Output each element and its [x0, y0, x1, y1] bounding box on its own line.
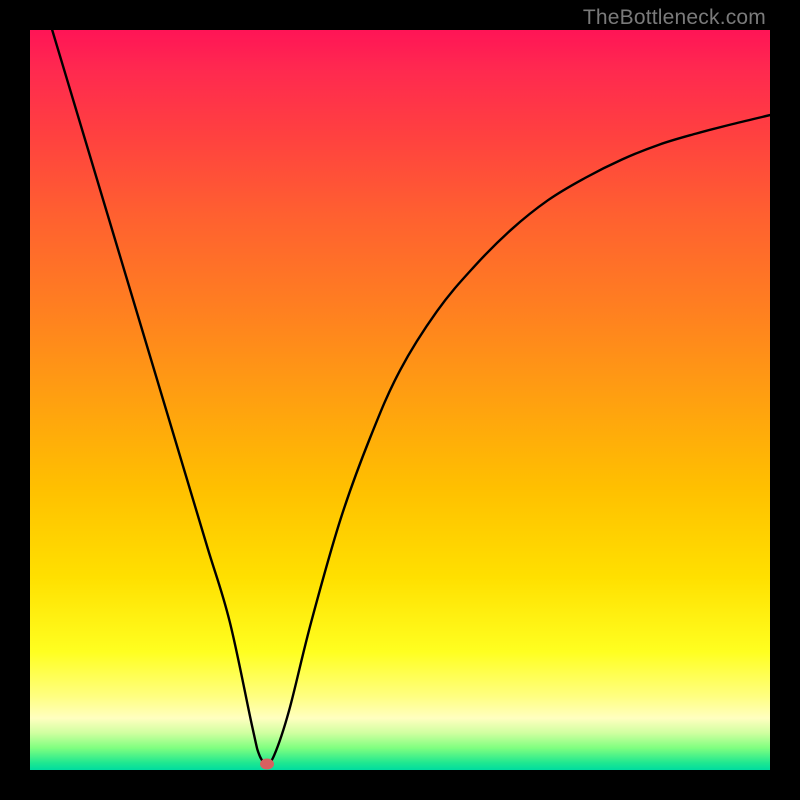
chart-container: TheBottleneck.com: [0, 0, 800, 800]
minimum-marker: [260, 759, 274, 770]
plot-gradient-area: [30, 30, 770, 770]
watermark-text: TheBottleneck.com: [583, 6, 766, 30]
